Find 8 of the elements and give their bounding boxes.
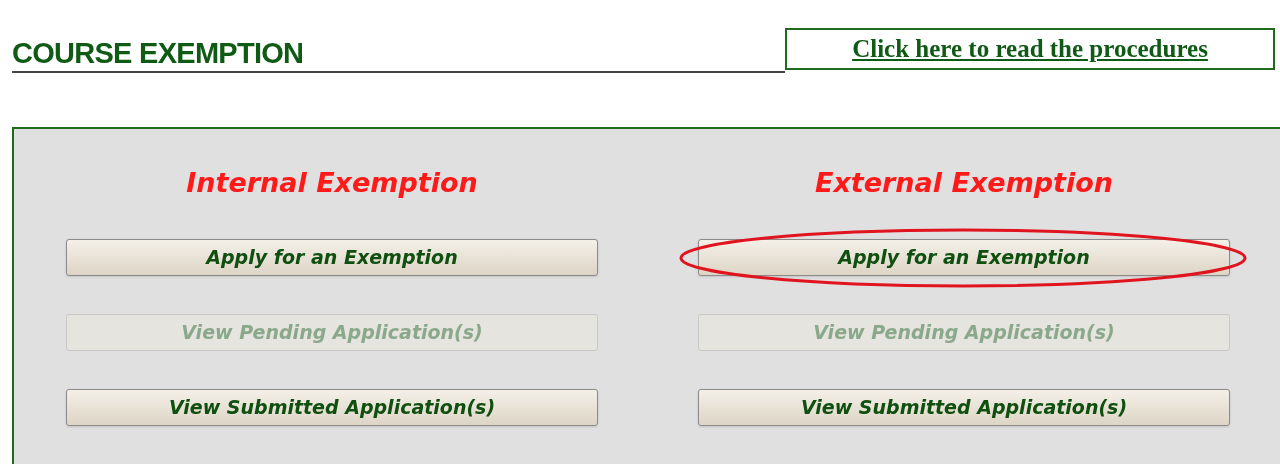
section-heading: Internal Exemption bbox=[185, 166, 479, 200]
section-heading: External Exemption bbox=[813, 166, 1115, 200]
page-title: COURSE EXEMPTION bbox=[12, 36, 304, 71]
action-button[interactable]: Apply for an Exemption bbox=[698, 239, 1230, 276]
action-button[interactable]: View Submitted Application(s) bbox=[698, 389, 1230, 426]
action-button[interactable]: View Submitted Application(s) bbox=[66, 389, 598, 426]
action-button[interactable]: Apply for an Exemption bbox=[66, 239, 598, 276]
procedures-link[interactable]: Click here to read the procedures bbox=[785, 28, 1275, 70]
